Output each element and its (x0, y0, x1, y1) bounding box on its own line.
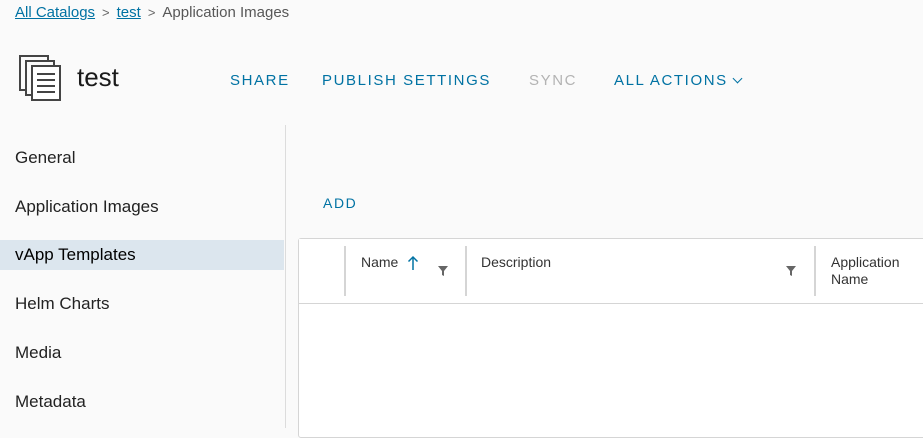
grid-header: Name Description Application Name (299, 239, 923, 304)
all-actions-dropdown[interactable]: ALL ACTIONS (614, 72, 743, 89)
vapp-templates-grid: Name Description Application Name (298, 238, 923, 438)
column-separator[interactable] (465, 246, 467, 296)
breadcrumb: All Catalogs > test > Application Images (15, 4, 289, 21)
sidebar-item-application-images[interactable]: Application Images (0, 192, 284, 222)
column-separator[interactable] (344, 246, 346, 296)
column-header-name[interactable]: Name (361, 254, 398, 271)
sidebar-item-general[interactable]: General (0, 143, 284, 173)
share-button[interactable]: SHARE (230, 72, 290, 89)
page-title: test (77, 62, 119, 92)
breadcrumb-all-catalogs[interactable]: All Catalogs (15, 4, 95, 21)
catalog-stack-icon (18, 54, 64, 102)
breadcrumb-current: Application Images (162, 4, 290, 21)
sidebar: General Application Images vApp Template… (0, 125, 286, 428)
breadcrumb-separator: > (147, 5, 156, 20)
all-actions-label: ALL ACTIONS (614, 72, 728, 89)
sidebar-item-vapp-templates[interactable]: vApp Templates (0, 240, 284, 270)
column-header-application-name[interactable]: Application Name (831, 254, 900, 288)
publish-settings-button[interactable]: PUBLISH SETTINGS (322, 72, 491, 89)
breadcrumb-catalog[interactable]: test (117, 4, 141, 21)
chevron-down-icon (732, 73, 743, 84)
sidebar-item-media[interactable]: Media (0, 338, 284, 368)
breadcrumb-separator: > (102, 5, 110, 20)
add-button[interactable]: ADD (323, 195, 357, 211)
sort-ascending-icon[interactable] (407, 255, 419, 271)
column-header-description[interactable]: Description (481, 254, 551, 271)
column-separator[interactable] (814, 246, 816, 296)
sync-button: SYNC (529, 72, 578, 89)
description-filter-icon[interactable] (785, 265, 797, 277)
sidebar-item-helm-charts[interactable]: Helm Charts (0, 289, 284, 319)
name-filter-icon[interactable] (437, 265, 449, 277)
grid-body (299, 304, 923, 437)
sidebar-item-metadata[interactable]: Metadata (0, 387, 284, 417)
